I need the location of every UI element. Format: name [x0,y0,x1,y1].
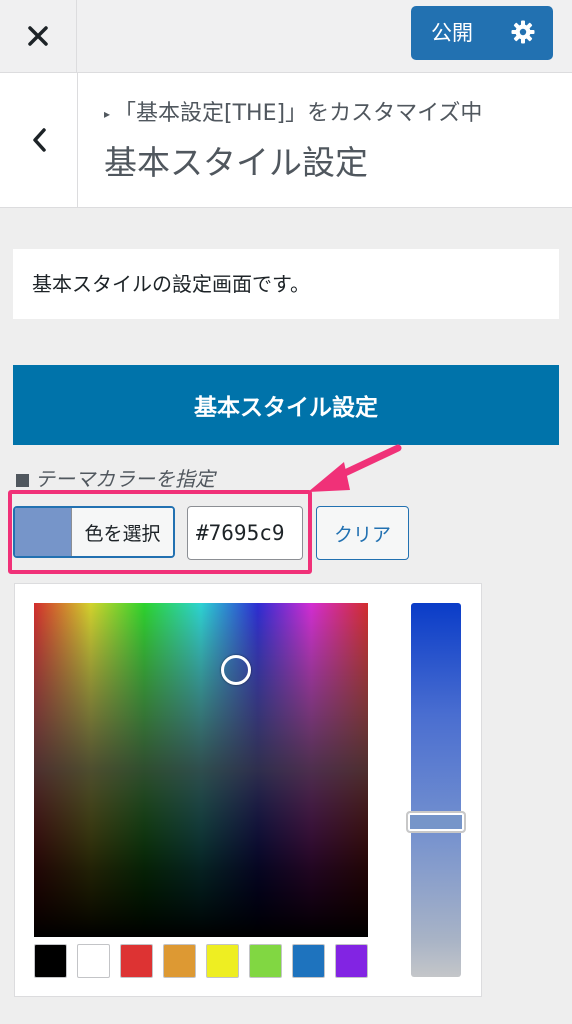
section-heading: 基本スタイル設定 [13,365,559,445]
palette [34,944,368,978]
section-description: 基本スタイルの設定画面です。 [13,249,559,319]
palette-swatch[interactable] [335,944,368,978]
saturation-area[interactable] [34,603,368,937]
control-label-text: テーマカラーを指定 [35,467,215,491]
publish-label: 公開 [431,21,473,45]
palette-swatch[interactable] [163,944,196,978]
section-header: ▸ 「基本設定[THE]」をカスタマイズ中 基本スタイル設定 [0,73,572,208]
hue-slider-handle[interactable] [406,811,466,833]
hex-color-input[interactable] [187,506,303,560]
annotation-arrow-icon [308,444,402,492]
select-color-label: 色を選択 [71,508,173,556]
saturation-handle[interactable] [221,655,251,685]
palette-swatch[interactable] [34,944,67,978]
clear-button[interactable]: クリア [316,506,409,560]
customizer-topbar: 公開 [0,0,572,73]
palette-swatch[interactable] [77,944,110,978]
hue-slider[interactable] [406,603,466,977]
palette-swatch[interactable] [120,944,153,978]
current-color-swatch [15,508,71,556]
triangle-icon: ▸ [104,107,111,121]
color-picker-panel [14,583,482,997]
control-label: テーマカラーを指定 [16,466,215,492]
select-color-button[interactable]: 色を選択 [13,506,175,558]
square-icon [16,474,29,487]
palette-swatch[interactable] [292,944,325,978]
close-button[interactable] [0,0,77,72]
palette-swatch[interactable] [206,944,239,978]
chevron-left-icon [32,128,46,152]
breadcrumb-text: 「基本設定[THE]」をカスタマイズ中 [114,101,483,126]
page-title: 基本スタイル設定 [104,143,368,182]
palette-swatch[interactable] [249,944,282,978]
back-button[interactable] [0,73,78,207]
gear-icon[interactable] [511,20,535,44]
close-icon [28,26,48,46]
breadcrumb: ▸ 「基本設定[THE]」をカスタマイズ中 [104,99,482,129]
description-text: 基本スタイルの設定画面です。 [32,272,310,296]
publish-button[interactable]: 公開 [411,6,553,60]
